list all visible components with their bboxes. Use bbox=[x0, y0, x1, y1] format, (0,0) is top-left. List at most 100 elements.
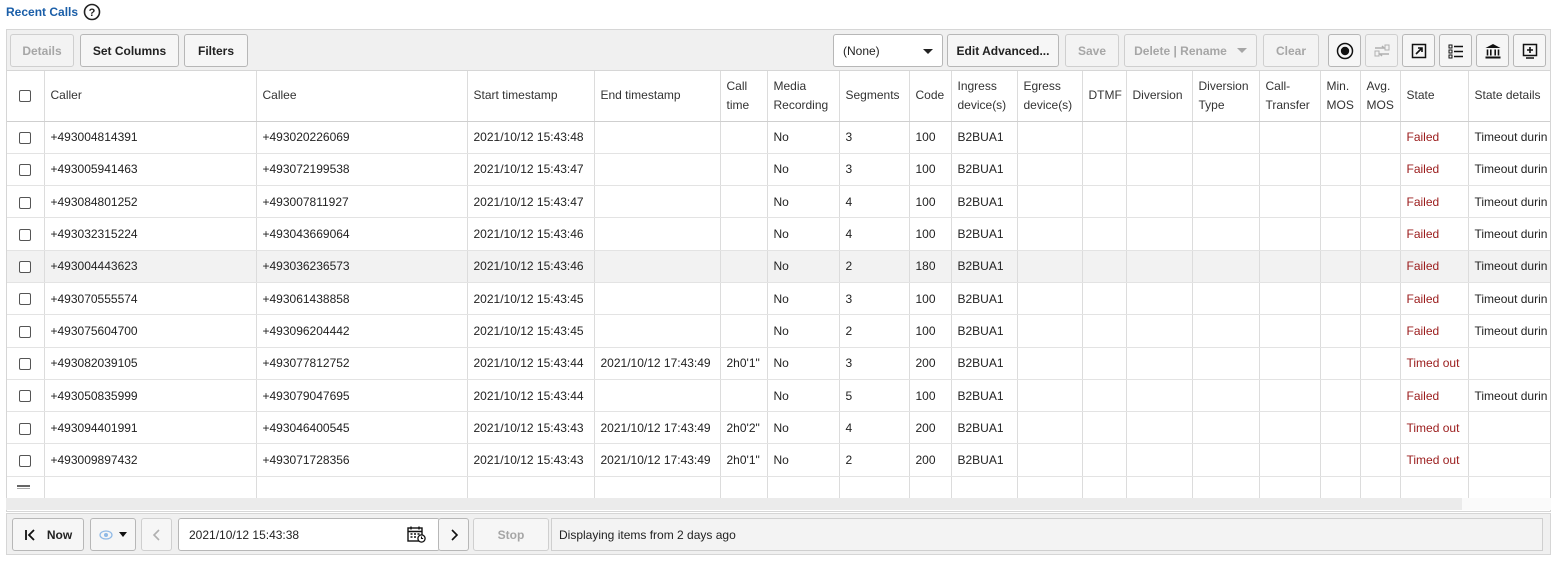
row-checkbox[interactable] bbox=[19, 131, 31, 144]
column-header[interactable]: Caller bbox=[44, 71, 257, 122]
row-checkbox-cell[interactable] bbox=[7, 217, 45, 251]
stop-button[interactable]: Stop bbox=[473, 518, 549, 551]
row-checkbox[interactable] bbox=[19, 164, 31, 177]
row-checkbox[interactable] bbox=[19, 325, 31, 338]
chevron-right-icon bbox=[450, 528, 458, 541]
table-row[interactable]: +493005941463 +493072199538 2021/10/12 15:… bbox=[7, 153, 1550, 187]
column-header[interactable]: Code bbox=[909, 71, 952, 122]
now-button[interactable]: Now bbox=[12, 518, 84, 551]
row-checkbox-cell[interactable] bbox=[7, 121, 45, 154]
table-row[interactable]: +493075604700 +493096204442 2021/10/12 15:… bbox=[7, 314, 1550, 348]
table-cell bbox=[1192, 314, 1260, 348]
column-header[interactable]: Diversion bbox=[1126, 71, 1193, 122]
list-button[interactable] bbox=[1439, 34, 1472, 67]
row-checkbox[interactable] bbox=[19, 390, 31, 403]
table-cell: Failed bbox=[1400, 185, 1469, 219]
column-header[interactable]: Call-Transfer bbox=[1259, 71, 1321, 122]
column-header[interactable]: State bbox=[1400, 71, 1469, 122]
row-checkbox-cell[interactable] bbox=[7, 282, 45, 316]
save-button[interactable]: Save bbox=[1065, 34, 1119, 67]
bank-button[interactable] bbox=[1476, 34, 1509, 67]
table-row[interactable]: +493032315224 +493043669064 2021/10/12 15:… bbox=[7, 217, 1550, 251]
row-checkbox-cell[interactable] bbox=[7, 347, 45, 380]
row-checkbox-cell[interactable] bbox=[7, 411, 45, 445]
row-checkbox[interactable] bbox=[19, 293, 31, 306]
edit-advanced-button[interactable]: Edit Advanced... bbox=[947, 34, 1059, 67]
table-row[interactable]: +493094401991 +493046400545 2021/10/12 15:… bbox=[7, 411, 1550, 445]
table-cell: B2BUA1 bbox=[951, 282, 1018, 316]
row-checkbox[interactable] bbox=[19, 358, 31, 371]
table-cell bbox=[1360, 347, 1401, 380]
column-header[interactable]: DTMF bbox=[1082, 71, 1127, 122]
table-cell: 4 bbox=[839, 185, 910, 219]
chevron-down-icon bbox=[923, 49, 933, 54]
column-header[interactable]: Egress device(s) bbox=[1017, 71, 1083, 122]
help-icon[interactable]: ? bbox=[83, 3, 101, 21]
clear-button[interactable]: Clear bbox=[1263, 34, 1319, 67]
table-row[interactable]: +493084801252 +493007811927 2021/10/12 15:… bbox=[7, 185, 1550, 219]
horizontal-scrollbar-thumb[interactable] bbox=[6, 498, 1462, 510]
filters-button[interactable]: Filters bbox=[184, 34, 248, 67]
view-mode-dropdown[interactable] bbox=[90, 518, 136, 551]
row-checkbox-cell[interactable] bbox=[7, 379, 45, 413]
table-cell bbox=[594, 121, 721, 154]
column-header[interactable]: Avg. MOS bbox=[1360, 71, 1401, 122]
row-checkbox-cell[interactable] bbox=[7, 153, 45, 187]
add-panel-button[interactable] bbox=[1513, 34, 1546, 67]
compare-button[interactable] bbox=[1365, 34, 1398, 67]
table-cell: 2h0'2" bbox=[720, 411, 768, 445]
column-header[interactable]: Media Recording bbox=[767, 71, 840, 122]
table-cell: 2h0'1" bbox=[720, 443, 768, 477]
table-row[interactable]: +493009897432 +493071728356 2021/10/12 15:… bbox=[7, 443, 1550, 477]
column-header[interactable]: Start timestamp bbox=[467, 71, 595, 122]
table-cell: B2BUA1 bbox=[951, 217, 1018, 251]
select-all-checkbox-cell[interactable] bbox=[7, 71, 45, 122]
table-cell: No bbox=[767, 314, 840, 348]
row-checkbox-cell[interactable] bbox=[7, 443, 45, 477]
table-cell bbox=[1360, 282, 1401, 316]
row-checkbox-cell[interactable] bbox=[7, 250, 45, 283]
row-checkbox-cell[interactable] bbox=[7, 314, 45, 348]
row-checkbox[interactable] bbox=[19, 261, 31, 274]
record-button[interactable] bbox=[1328, 34, 1361, 67]
datetime-input[interactable] bbox=[178, 518, 440, 551]
table-cell bbox=[1320, 411, 1361, 445]
table-row[interactable]: +493004814391 +493020226069 2021/10/12 15:… bbox=[7, 121, 1550, 154]
column-header[interactable]: Min. MOS bbox=[1320, 71, 1361, 122]
details-button[interactable]: Details bbox=[10, 34, 74, 67]
horizontal-scrollbar-track[interactable] bbox=[1462, 498, 1551, 510]
table-cell bbox=[1017, 185, 1083, 219]
row-checkbox[interactable] bbox=[19, 196, 31, 209]
delete-rename-button[interactable]: Delete | Rename bbox=[1124, 34, 1257, 67]
column-header[interactable]: Segments bbox=[839, 71, 910, 122]
row-checkbox[interactable] bbox=[19, 228, 31, 241]
row-checkbox[interactable] bbox=[19, 454, 31, 467]
table-cell bbox=[1192, 411, 1260, 445]
column-header[interactable]: Diversion Type bbox=[1192, 71, 1260, 122]
column-header[interactable]: Callee bbox=[256, 71, 468, 122]
table-row[interactable]: +493070555574 +493061438858 2021/10/12 15:… bbox=[7, 282, 1550, 316]
set-columns-button[interactable]: Set Columns bbox=[80, 34, 179, 67]
row-checkbox[interactable] bbox=[19, 422, 31, 435]
next-button[interactable] bbox=[438, 518, 469, 551]
column-header[interactable]: Call time bbox=[720, 71, 768, 122]
table-row[interactable]: +493050835999 +493079047695 2021/10/12 15:… bbox=[7, 379, 1550, 413]
table-cell: 3 bbox=[839, 282, 910, 316]
column-header[interactable]: End timestamp bbox=[594, 71, 721, 122]
resize-handle[interactable] bbox=[17, 485, 30, 489]
calendar-icon[interactable] bbox=[407, 526, 426, 543]
select-all-checkbox[interactable] bbox=[19, 90, 31, 103]
table-cell: 100 bbox=[909, 185, 952, 219]
row-checkbox-cell[interactable] bbox=[7, 185, 45, 219]
previous-button[interactable] bbox=[141, 518, 172, 551]
view-select[interactable]: (None) bbox=[833, 34, 943, 67]
table-row[interactable]: +493004443623 +493036236573 2021/10/12 15:… bbox=[7, 250, 1550, 283]
table-cell: Timeout durin bbox=[1468, 314, 1550, 348]
export-button[interactable] bbox=[1402, 34, 1435, 67]
table-cell bbox=[1017, 379, 1083, 413]
column-header[interactable]: State details bbox=[1468, 71, 1550, 122]
skip-to-start-icon bbox=[24, 528, 35, 541]
column-header[interactable]: Ingress device(s) bbox=[951, 71, 1018, 122]
table-cell bbox=[1468, 476, 1550, 499]
table-row[interactable]: +493082039105 +493077812752 2021/10/12 15:… bbox=[7, 347, 1550, 380]
